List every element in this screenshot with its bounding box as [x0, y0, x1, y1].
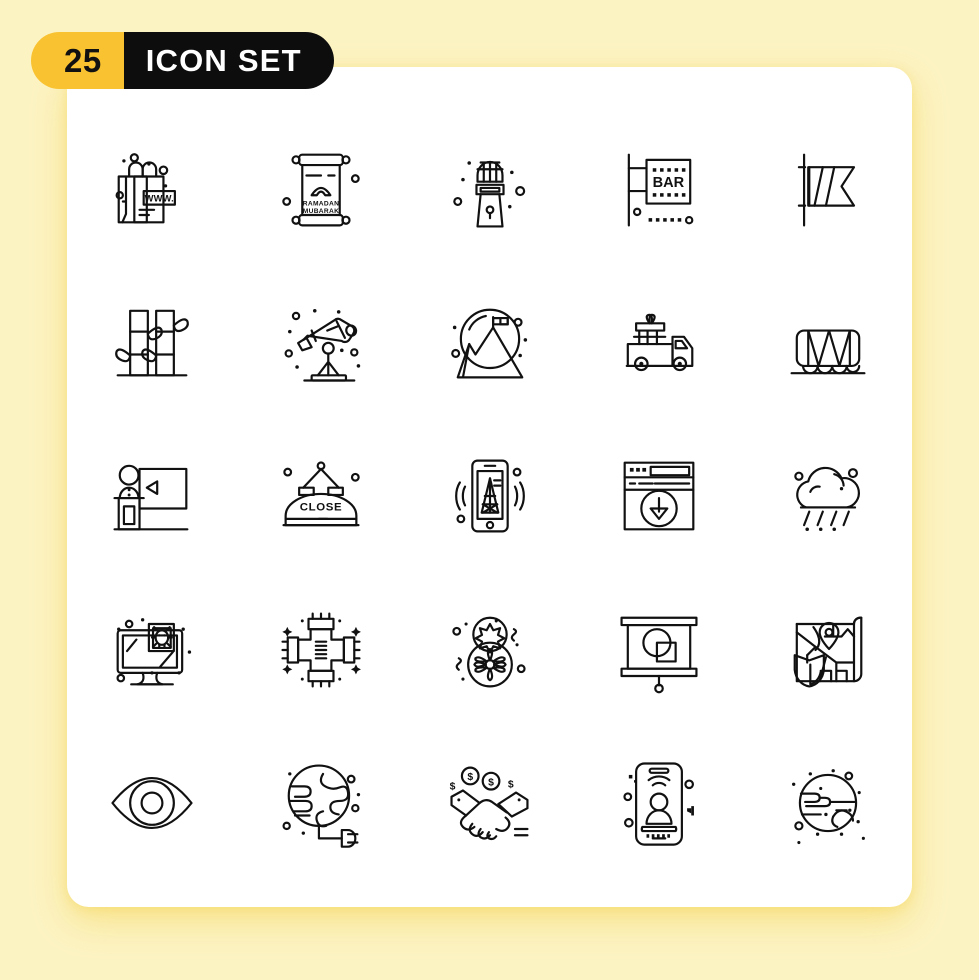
- icon-cell-rain-cloud[interactable]: [743, 419, 912, 573]
- icon-cell-telescope[interactable]: [236, 266, 405, 420]
- icon-cell-snowman-snowflake[interactable]: [405, 573, 574, 727]
- svg-text:$: $: [507, 780, 513, 791]
- handshake-money-icon: $ $ $ $: [449, 766, 529, 841]
- pipe-cross-joint-icon: [280, 612, 361, 688]
- svg-text:$: $: [488, 778, 494, 789]
- shopping-bag-online-icon: WWW.: [115, 152, 176, 224]
- icon-cell-projector-screen-chart[interactable]: [574, 573, 743, 727]
- icon-cell-handshake-money[interactable]: $ $ $ $: [405, 726, 574, 880]
- browser-download-icon: [623, 461, 694, 531]
- icon-cell-striped-flag[interactable]: [743, 112, 912, 266]
- eye-icon: [110, 777, 193, 830]
- icon-cell-drum[interactable]: [743, 266, 912, 420]
- ramadan-mubarak-scroll-icon: RAMADAN MUBARAK: [281, 153, 360, 227]
- close-hanging-sign-icon: CLOSE: [281, 461, 360, 527]
- svg-text:MUBARAK: MUBARAK: [302, 208, 339, 215]
- map-shield-location-icon: [793, 616, 862, 688]
- icon-cell-pipe-cross-joint[interactable]: [236, 573, 405, 727]
- microphone-icon: [452, 160, 525, 228]
- icon-cell-computer-virus[interactable]: [67, 573, 236, 727]
- svg-text:RAMADAN: RAMADAN: [302, 200, 339, 207]
- bar-sign-icon: BAR: [627, 153, 693, 227]
- icon-count-label: 25: [31, 32, 124, 89]
- svg-text:WWW.: WWW.: [144, 193, 173, 203]
- computer-virus-icon: [115, 617, 191, 686]
- striped-flag-icon: [797, 153, 855, 227]
- mountain-summit-flag-icon: [450, 309, 527, 379]
- icon-cell-presentation-speaker[interactable]: [67, 419, 236, 573]
- icon-cell-mountain-summit-flag[interactable]: [405, 266, 574, 420]
- icon-cell-gift-delivery-truck[interactable]: [574, 266, 743, 420]
- gift-delivery-truck-icon: [625, 314, 693, 372]
- mobile-signal-tower-icon: [454, 459, 525, 533]
- page-title: ICON SET: [123, 32, 334, 89]
- icon-cell-close-hanging-sign[interactable]: CLOSE: [236, 419, 405, 573]
- svg-text:$: $: [467, 772, 473, 783]
- svg-text:BAR: BAR: [652, 175, 684, 191]
- icon-cell-mobile-live-broadcast[interactable]: [574, 726, 743, 880]
- snowman-snowflake-icon: [451, 616, 526, 688]
- icon-grid: WWW. RAMADAN MUBARAK BAR CLOSE $ $ $ $: [67, 112, 912, 880]
- icon-cell-globe-power-plug[interactable]: [236, 726, 405, 880]
- bamboo-plant-icon: [114, 310, 189, 377]
- mobile-live-broadcast-icon: [622, 762, 694, 846]
- projector-screen-chart-icon: [619, 616, 698, 693]
- svg-text:CLOSE: CLOSE: [299, 502, 342, 514]
- icon-cell-map-shield-location[interactable]: [743, 573, 912, 727]
- icon-cell-browser-download[interactable]: [574, 419, 743, 573]
- icon-cell-microphone[interactable]: [405, 112, 574, 266]
- presentation-speaker-icon: [112, 464, 188, 531]
- rain-cloud-icon: [793, 466, 860, 532]
- drum-icon: [790, 329, 865, 375]
- header-badge: 25 ICON SET: [31, 32, 334, 89]
- planet-icon: [791, 769, 865, 845]
- icon-cell-ramadan-mubarak-scroll[interactable]: RAMADAN MUBARAK: [236, 112, 405, 266]
- icon-cell-mobile-signal-tower[interactable]: [405, 419, 574, 573]
- icon-cell-bamboo-plant[interactable]: [67, 266, 236, 420]
- icon-cell-planet[interactable]: [743, 726, 912, 880]
- icon-cell-bar-sign[interactable]: BAR: [574, 112, 743, 266]
- svg-text:$: $: [449, 782, 455, 793]
- icon-cell-shopping-bag-online[interactable]: WWW.: [67, 112, 236, 266]
- globe-power-plug-icon: [281, 764, 360, 848]
- telescope-icon: [284, 309, 360, 382]
- icon-cell-eye[interactable]: [67, 726, 236, 880]
